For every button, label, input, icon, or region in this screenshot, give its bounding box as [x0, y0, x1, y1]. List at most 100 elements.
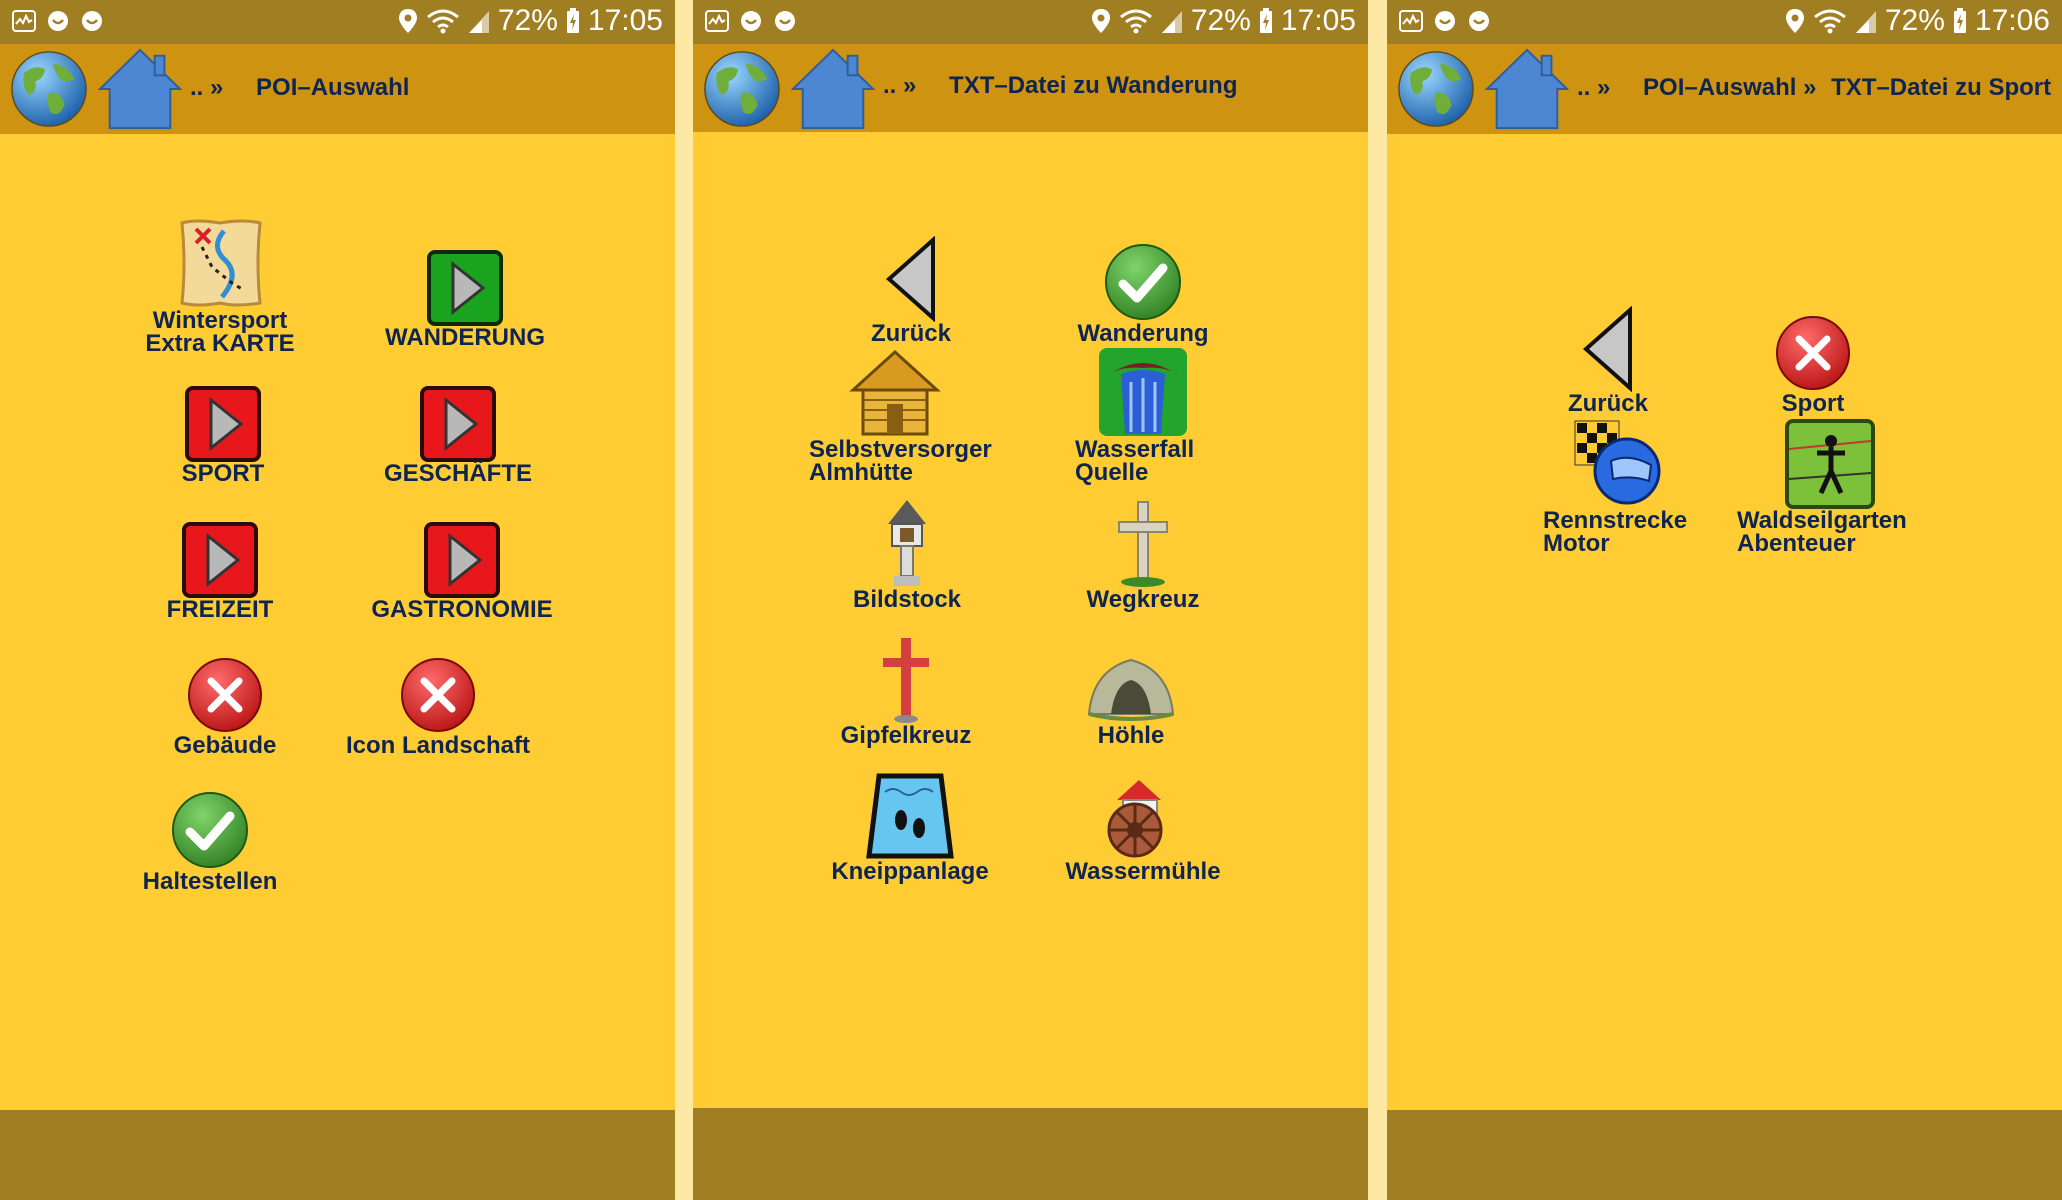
- battery-icon: [1259, 8, 1272, 33]
- breadcrumb-poi-auswahl[interactable]: POI–Auswahl »: [1643, 74, 1816, 101]
- wifi-icon: [1119, 9, 1152, 34]
- breadcrumb-back[interactable]: .. »: [1577, 74, 1610, 101]
- menu-item-sport[interactable]: Sport: [1703, 298, 1923, 416]
- activity-icon: [1399, 10, 1423, 32]
- clock: 17:06: [1974, 4, 2050, 37]
- screen-poi-auswahl: 72% 17:05 .. » POI–Auswahl Wintersport E…: [0, 0, 675, 1200]
- activity-icon: [705, 10, 729, 32]
- app-header: .. » TXT–Datei zu Wanderung: [693, 44, 1368, 132]
- clock: 17:05: [1280, 4, 1356, 37]
- home-icon[interactable]: [1483, 46, 1571, 132]
- menu-item-waldseilgarten[interactable]: Waldseilgarten Abenteuer: [1737, 415, 1937, 556]
- battery-icon: [566, 8, 579, 33]
- notification-icon: [82, 11, 102, 31]
- clock: 17:05: [587, 4, 663, 37]
- menu-item-label: Rennstrecke: [1543, 507, 1688, 534]
- notification-icon: [741, 11, 761, 31]
- menu-item-label: Wegkreuz: [1086, 586, 1200, 613]
- page-title: TXT–Datei zu Wanderung: [949, 72, 1238, 99]
- menu-item-label: Gipfelkreuz: [840, 722, 972, 749]
- menu-item-wasserfall[interactable]: Wasserfall Quelle: [1075, 344, 1275, 485]
- wifi-icon: [1813, 9, 1846, 34]
- racetrack-icon: [1574, 420, 1661, 505]
- status-bar: 72% 17:05: [0, 0, 675, 44]
- watermill-icon: [1107, 780, 1163, 858]
- menu-item-wintersport[interactable]: Wintersport Extra KARTE: [110, 215, 330, 357]
- back-triangle-icon: [885, 236, 935, 322]
- globe-icon[interactable]: [703, 50, 781, 128]
- app-header: .. » POI–Auswahl: [0, 44, 675, 134]
- menu-item-rennstrecke[interactable]: Rennstrecke Motor: [1543, 415, 1743, 556]
- menu-item-wassermuehle[interactable]: Wassermühle: [1033, 766, 1253, 885]
- breadcrumb-back[interactable]: .. »: [883, 72, 916, 99]
- back-triangle-icon: [1582, 306, 1632, 392]
- signal-icon: [468, 11, 489, 33]
- notification-icon: [1435, 11, 1455, 31]
- bottom-bar: [1387, 1110, 2062, 1200]
- menu-item-almhuette[interactable]: Selbstversorger Almhütte: [809, 344, 1009, 486]
- map-icon: [180, 219, 262, 307]
- menu-item-zurueck[interactable]: Zurück: [801, 228, 1021, 347]
- menu-item-label: WANDERUNG: [385, 324, 545, 351]
- menu-item-gebaeude[interactable]: Gebäude: [115, 640, 335, 759]
- summit-cross-icon: [883, 638, 929, 723]
- menu-item-icon-landschaft[interactable]: Icon Landschaft: [328, 640, 548, 759]
- wifi-icon: [426, 9, 459, 34]
- globe-icon[interactable]: [10, 50, 88, 128]
- menu-item-label: Icon Landschaft: [345, 732, 531, 759]
- menu-item-label: Höhle: [1097, 722, 1165, 749]
- red-x-icon: [401, 658, 475, 732]
- menu-item-gastronomie[interactable]: GASTRONOMIE: [352, 504, 572, 622]
- menu-item-gipfelkreuz[interactable]: Gipfelkreuz: [796, 630, 1016, 749]
- breadcrumb: .. » TXT–Datei zu Wanderung: [883, 72, 1238, 100]
- menu-item-kneippanlage[interactable]: Kneippanlage: [800, 766, 1020, 885]
- menu-item-label-2: Almhütte: [809, 459, 913, 486]
- red-play-icon: [424, 522, 500, 598]
- battery-icon: [1953, 8, 1966, 33]
- status-bar: 72% 17:06: [1387, 0, 2062, 44]
- notification-icon: [1469, 11, 1489, 31]
- menu-item-label: Haltestellen: [142, 868, 278, 895]
- bottom-bar: [0, 1110, 675, 1200]
- home-icon[interactable]: [789, 46, 877, 132]
- page-title: TXT–Datei zu Sport: [1831, 74, 2052, 101]
- app-header: .. » POI–Auswahl » TXT–Datei zu Sport: [1387, 44, 2062, 134]
- menu-item-label: Gebäude: [173, 732, 277, 759]
- menu-item-bildstock[interactable]: Bildstock: [797, 494, 1017, 612]
- menu-item-wanderung[interactable]: WANDERUNG: [355, 232, 575, 351]
- location-icon: [1785, 9, 1804, 33]
- wayside-cross-icon: [1118, 501, 1168, 587]
- signal-icon: [1161, 11, 1182, 33]
- menu-item-label: FREIZEIT: [166, 596, 274, 623]
- breadcrumb-back[interactable]: .. »: [190, 74, 223, 101]
- red-play-icon: [185, 386, 261, 462]
- menu-item-haltestellen[interactable]: Haltestellen: [100, 776, 320, 895]
- battery-percent: 72%: [1884, 4, 1945, 37]
- battery-percent: 72%: [497, 4, 558, 37]
- cave-icon: [1087, 658, 1175, 721]
- notification-icon: [775, 11, 795, 31]
- menu-item-wegkreuz[interactable]: Wegkreuz: [1033, 494, 1253, 613]
- menu-item-wanderung[interactable]: Wanderung: [1033, 228, 1253, 346]
- red-x-icon: [188, 658, 262, 732]
- menu-item-label: Wasserfall: [1075, 436, 1195, 463]
- signal-icon: [1855, 11, 1876, 33]
- menu-item-label: Zurück: [870, 320, 951, 347]
- log-cabin-icon: [849, 349, 941, 436]
- menu-item-sport[interactable]: SPORT: [113, 368, 333, 486]
- bottom-bar: [693, 1108, 1368, 1200]
- menu-item-label: Wassermühle: [1065, 858, 1221, 885]
- menu-item-label-2: Extra KARTE: [145, 330, 295, 357]
- menu-item-geschaefte[interactable]: GESCHÄFTE: [348, 368, 568, 486]
- menu-item-zurueck[interactable]: Zurück: [1498, 298, 1718, 416]
- globe-icon[interactable]: [1397, 50, 1475, 128]
- kneipp-pool-icon: [866, 773, 954, 859]
- menu-item-label: Kneippanlage: [831, 858, 989, 885]
- activity-icon: [12, 10, 36, 32]
- green-check-icon: [1105, 244, 1181, 320]
- location-icon: [1091, 9, 1110, 33]
- menu-item-label: Selbstversorger: [809, 436, 992, 463]
- menu-item-hoehle[interactable]: Höhle: [1021, 630, 1241, 749]
- home-icon[interactable]: [96, 46, 184, 132]
- menu-item-freizeit[interactable]: FREIZEIT: [110, 504, 330, 623]
